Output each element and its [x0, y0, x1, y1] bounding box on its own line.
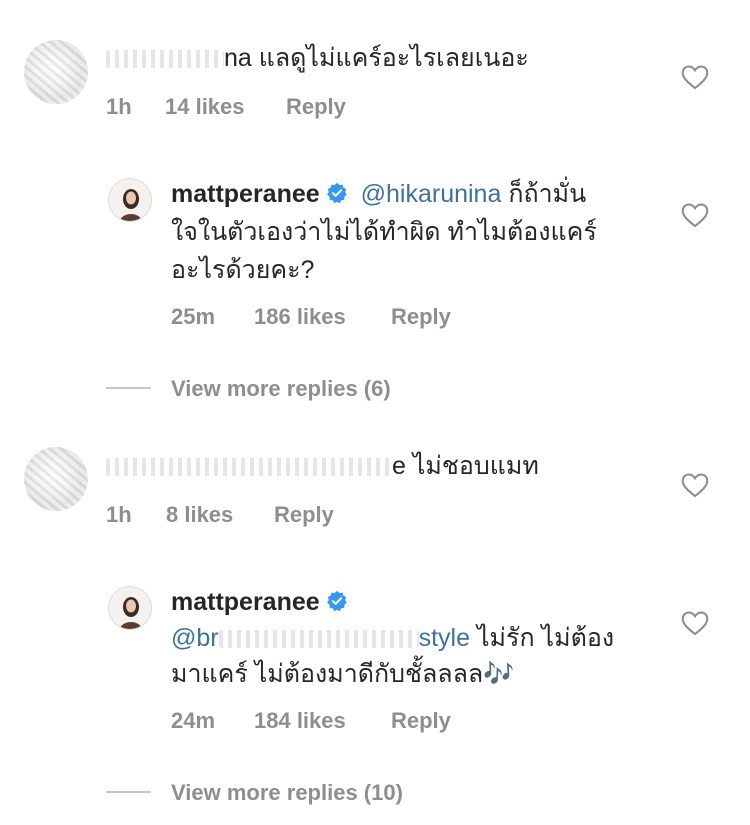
likes-count[interactable]: 14 likes	[165, 94, 245, 120]
avatar-portrait-icon	[119, 189, 143, 221]
comment-text: e ไม่ชอบแมท	[106, 448, 539, 485]
reply-button[interactable]: Reply	[286, 94, 346, 120]
mention-link[interactable]: @hikarunina	[361, 180, 502, 208]
avatar[interactable]	[108, 586, 152, 630]
comment-username[interactable]: mattperanee	[171, 588, 320, 616]
view-more-replies-label[interactable]: View more replies (10)	[171, 780, 403, 806]
likes-count[interactable]: 186 likes	[254, 304, 346, 330]
reply-text-line-3: อะไรด้วยคะ?	[171, 256, 315, 284]
verified-badge-icon	[326, 182, 347, 204]
comment-text-tail: na แลดูไม่แคร์อะไรเลยเนอะ	[224, 44, 529, 72]
reply-text-line-1: mattperanee @hikarunina ก็ถ้ามั่น	[171, 176, 586, 213]
reply-username-line: mattperanee	[171, 584, 348, 621]
heart-outline-icon[interactable]	[681, 610, 709, 636]
heart-outline-icon[interactable]	[681, 202, 709, 228]
avatar[interactable]	[24, 447, 88, 511]
comment-time: 1h	[106, 94, 132, 119]
reply-button[interactable]: Reply	[274, 502, 334, 528]
reply-text: ก็ถ้ามั่น	[508, 180, 587, 208]
mention-link-tail[interactable]: style	[419, 624, 470, 652]
likes-count[interactable]: 8 likes	[166, 502, 233, 528]
comment-time: 25m	[171, 304, 216, 329]
view-more-replies-label[interactable]: View more replies (6)	[171, 376, 391, 402]
comment-text: na แลดูไม่แคร์อะไรเลยเนอะ	[106, 40, 529, 77]
avatar-portrait-icon	[119, 597, 143, 629]
comment-username[interactable]: mattperanee	[171, 180, 320, 208]
comment-text-tail: e ไม่ชอบแมท	[392, 452, 539, 480]
comment-time: 24m	[171, 708, 216, 733]
redacted-username	[218, 630, 419, 649]
redacted-username	[106, 458, 392, 477]
avatar[interactable]	[108, 178, 152, 222]
reply-text-line-1: @br style ไม่รัก ไม่ต้อง	[171, 620, 614, 657]
divider-line	[106, 387, 151, 389]
avatar[interactable]	[24, 40, 88, 104]
heart-outline-icon[interactable]	[681, 64, 709, 90]
reply-button[interactable]: Reply	[391, 304, 451, 330]
heart-outline-icon[interactable]	[681, 472, 709, 498]
redacted-username	[106, 50, 224, 69]
mention-link[interactable]: @br	[171, 624, 219, 652]
reply-button[interactable]: Reply	[391, 708, 451, 734]
reply-text-line-2: ใจในตัวเองว่าไม่ได้ทำผิด ทำไมต้องแคร์	[171, 218, 597, 246]
comment-time: 1h	[106, 502, 132, 527]
likes-count[interactable]: 184 likes	[254, 708, 346, 734]
divider-line	[106, 791, 151, 793]
reply-text: ไม่รัก ไม่ต้อง	[476, 624, 615, 652]
reply-text-line-2: มาแคร์ ไม่ต้องมาดีกับชั้ลลลล🎶	[171, 660, 515, 688]
verified-badge-icon	[326, 590, 347, 612]
